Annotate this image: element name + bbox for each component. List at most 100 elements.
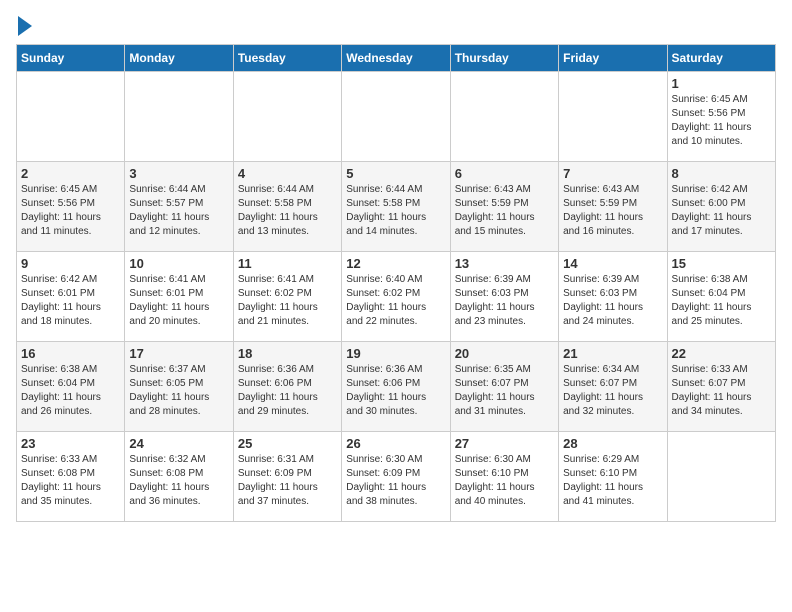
weekday-header: Monday <box>125 45 233 72</box>
day-number: 22 <box>672 346 771 361</box>
day-number: 27 <box>455 436 554 451</box>
calendar-week-row: 23 Sunrise: 6:33 AM Sunset: 6:08 PM Dayli… <box>17 432 776 522</box>
day-info: Sunrise: 6:33 AM Sunset: 6:08 PM Dayligh… <box>21 453 120 509</box>
day-info: Sunrise: 6:30 AM Sunset: 6:10 PM Dayligh… <box>455 453 554 509</box>
day-number: 3 <box>129 166 228 181</box>
day-number: 19 <box>346 346 445 361</box>
day-number: 18 <box>238 346 337 361</box>
calendar-cell: 6 Sunrise: 6:43 AM Sunset: 5:59 PM Daylig… <box>450 162 558 252</box>
calendar-week-row: 2Sunrise: 6:45 AM Sunset: 5:56 PM Daylig… <box>17 162 776 252</box>
day-number: 12 <box>346 256 445 271</box>
logo <box>16 16 32 36</box>
weekday-header: Tuesday <box>233 45 341 72</box>
calendar-cell <box>17 72 125 162</box>
day-number: 20 <box>455 346 554 361</box>
day-number: 1 <box>672 76 771 91</box>
calendar-cell: 28Sunrise: 6:29 AM Sunset: 6:10 PM Dayli… <box>559 432 667 522</box>
calendar-cell: 13Sunrise: 6:39 AM Sunset: 6:03 PM Dayli… <box>450 252 558 342</box>
day-number: 10 <box>129 256 228 271</box>
calendar-cell: 25 Sunrise: 6:31 AM Sunset: 6:09 PM Dayli… <box>233 432 341 522</box>
day-info: Sunrise: 6:36 AM Sunset: 6:06 PM Dayligh… <box>238 363 337 419</box>
day-number: 5 <box>346 166 445 181</box>
day-number: 23 <box>21 436 120 451</box>
day-info: Sunrise: 6:30 AM Sunset: 6:09 PM Dayligh… <box>346 453 445 509</box>
logo-text <box>16 16 32 36</box>
weekday-header: Wednesday <box>342 45 450 72</box>
calendar-cell: 27 Sunrise: 6:30 AM Sunset: 6:10 PM Dayli… <box>450 432 558 522</box>
day-info: Sunrise: 6:31 AM Sunset: 6:09 PM Dayligh… <box>238 453 337 509</box>
day-info: Sunrise: 6:35 AM Sunset: 6:07 PM Dayligh… <box>455 363 554 419</box>
calendar-cell: 7 Sunrise: 6:43 AM Sunset: 5:59 PM Daylig… <box>559 162 667 252</box>
calendar-cell <box>125 72 233 162</box>
calendar-cell: 1 Sunrise: 6:45 AM Sunset: 5:56 PM Daylig… <box>667 72 775 162</box>
calendar-cell: 14Sunrise: 6:39 AM Sunset: 6:03 PM Dayli… <box>559 252 667 342</box>
day-info: Sunrise: 6:38 AM Sunset: 6:04 PM Dayligh… <box>21 363 120 419</box>
day-info: Sunrise: 6:38 AM Sunset: 6:04 PM Dayligh… <box>672 273 771 329</box>
calendar-cell: 20 Sunrise: 6:35 AM Sunset: 6:07 PM Dayli… <box>450 342 558 432</box>
calendar-cell: 11 Sunrise: 6:41 AM Sunset: 6:02 PM Dayli… <box>233 252 341 342</box>
day-number: 7 <box>563 166 662 181</box>
calendar-cell <box>559 72 667 162</box>
calendar-cell: 23 Sunrise: 6:33 AM Sunset: 6:08 PM Dayli… <box>17 432 125 522</box>
day-info: Sunrise: 6:32 AM Sunset: 6:08 PM Dayligh… <box>129 453 228 509</box>
calendar-cell: 21 Sunrise: 6:34 AM Sunset: 6:07 PM Dayli… <box>559 342 667 432</box>
calendar-cell: 3Sunrise: 6:44 AM Sunset: 5:57 PM Daylig… <box>125 162 233 252</box>
weekday-header: Friday <box>559 45 667 72</box>
day-number: 24 <box>129 436 228 451</box>
day-number: 11 <box>238 256 337 271</box>
calendar-cell: 10 Sunrise: 6:41 AM Sunset: 6:01 PM Dayli… <box>125 252 233 342</box>
calendar-cell <box>233 72 341 162</box>
calendar-cell: 22 Sunrise: 6:33 AM Sunset: 6:07 PM Dayli… <box>667 342 775 432</box>
day-number: 15 <box>672 256 771 271</box>
page-header <box>16 16 776 36</box>
day-number: 17 <box>129 346 228 361</box>
weekday-header: Thursday <box>450 45 558 72</box>
day-number: 26 <box>346 436 445 451</box>
day-info: Sunrise: 6:43 AM Sunset: 5:59 PM Dayligh… <box>563 183 662 239</box>
day-number: 8 <box>672 166 771 181</box>
calendar-cell: 15 Sunrise: 6:38 AM Sunset: 6:04 PM Dayli… <box>667 252 775 342</box>
calendar-cell: 17 Sunrise: 6:37 AM Sunset: 6:05 PM Dayli… <box>125 342 233 432</box>
calendar-cell: 9 Sunrise: 6:42 AM Sunset: 6:01 PM Daylig… <box>17 252 125 342</box>
calendar-cell: 5 Sunrise: 6:44 AM Sunset: 5:58 PM Daylig… <box>342 162 450 252</box>
calendar-cell: 24 Sunrise: 6:32 AM Sunset: 6:08 PM Dayli… <box>125 432 233 522</box>
calendar-week-row: 1 Sunrise: 6:45 AM Sunset: 5:56 PM Daylig… <box>17 72 776 162</box>
day-info: Sunrise: 6:40 AM Sunset: 6:02 PM Dayligh… <box>346 273 445 329</box>
calendar-week-row: 16 Sunrise: 6:38 AM Sunset: 6:04 PM Dayli… <box>17 342 776 432</box>
day-number: 16 <box>21 346 120 361</box>
day-info: Sunrise: 6:45 AM Sunset: 5:56 PM Dayligh… <box>672 93 771 149</box>
day-number: 6 <box>455 166 554 181</box>
day-number: 21 <box>563 346 662 361</box>
weekday-header: Saturday <box>667 45 775 72</box>
day-info: Sunrise: 6:42 AM Sunset: 6:00 PM Dayligh… <box>672 183 771 239</box>
logo-arrow-icon <box>18 16 32 36</box>
calendar-cell <box>667 432 775 522</box>
calendar-table: SundayMondayTuesdayWednesdayThursdayFrid… <box>16 44 776 522</box>
day-info: Sunrise: 6:37 AM Sunset: 6:05 PM Dayligh… <box>129 363 228 419</box>
calendar-cell: 4Sunrise: 6:44 AM Sunset: 5:58 PM Daylig… <box>233 162 341 252</box>
calendar-cell: 8 Sunrise: 6:42 AM Sunset: 6:00 PM Daylig… <box>667 162 775 252</box>
day-info: Sunrise: 6:39 AM Sunset: 6:03 PM Dayligh… <box>563 273 662 329</box>
day-info: Sunrise: 6:36 AM Sunset: 6:06 PM Dayligh… <box>346 363 445 419</box>
day-info: Sunrise: 6:41 AM Sunset: 6:01 PM Dayligh… <box>129 273 228 329</box>
calendar-cell: 26 Sunrise: 6:30 AM Sunset: 6:09 PM Dayli… <box>342 432 450 522</box>
day-info: Sunrise: 6:34 AM Sunset: 6:07 PM Dayligh… <box>563 363 662 419</box>
day-number: 2 <box>21 166 120 181</box>
day-info: Sunrise: 6:44 AM Sunset: 5:58 PM Dayligh… <box>346 183 445 239</box>
calendar-cell <box>342 72 450 162</box>
day-info: Sunrise: 6:42 AM Sunset: 6:01 PM Dayligh… <box>21 273 120 329</box>
calendar-cell: 19 Sunrise: 6:36 AM Sunset: 6:06 PM Dayli… <box>342 342 450 432</box>
calendar-week-row: 9 Sunrise: 6:42 AM Sunset: 6:01 PM Daylig… <box>17 252 776 342</box>
day-number: 4 <box>238 166 337 181</box>
calendar-cell: 2Sunrise: 6:45 AM Sunset: 5:56 PM Daylig… <box>17 162 125 252</box>
day-info: Sunrise: 6:33 AM Sunset: 6:07 PM Dayligh… <box>672 363 771 419</box>
calendar-cell: 12 Sunrise: 6:40 AM Sunset: 6:02 PM Dayli… <box>342 252 450 342</box>
day-info: Sunrise: 6:41 AM Sunset: 6:02 PM Dayligh… <box>238 273 337 329</box>
day-info: Sunrise: 6:43 AM Sunset: 5:59 PM Dayligh… <box>455 183 554 239</box>
day-number: 25 <box>238 436 337 451</box>
calendar-header-row: SundayMondayTuesdayWednesdayThursdayFrid… <box>17 45 776 72</box>
day-info: Sunrise: 6:29 AM Sunset: 6:10 PM Dayligh… <box>563 453 662 509</box>
calendar-cell <box>450 72 558 162</box>
day-number: 9 <box>21 256 120 271</box>
weekday-header: Sunday <box>17 45 125 72</box>
